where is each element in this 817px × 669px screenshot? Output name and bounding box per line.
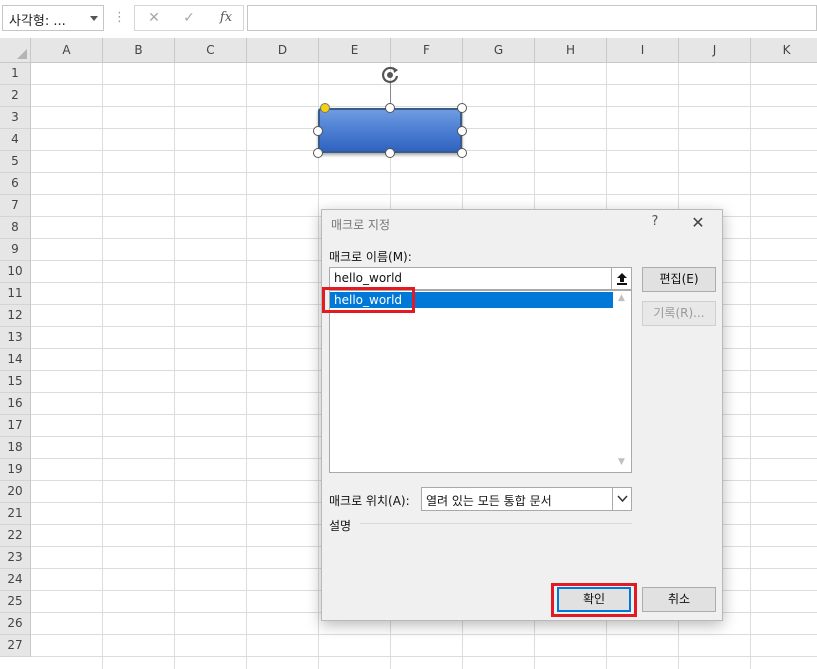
insert-function-icon[interactable]: fx: [215, 8, 237, 28]
scroll-down-icon[interactable]: ▼: [618, 457, 625, 467]
column-header[interactable]: A: [31, 38, 103, 63]
edit-button[interactable]: 편집(E): [642, 267, 716, 292]
row-header[interactable]: 23: [0, 547, 31, 569]
column-header[interactable]: K: [751, 38, 817, 63]
cancel-icon[interactable]: ✕: [143, 8, 165, 28]
row-header[interactable]: 15: [0, 371, 31, 393]
cancel-button[interactable]: 취소: [642, 587, 716, 612]
column-header[interactable]: J: [679, 38, 751, 63]
row-header[interactable]: 19: [0, 459, 31, 481]
row-header[interactable]: 10: [0, 261, 31, 283]
row-header[interactable]: 22: [0, 525, 31, 547]
row-header[interactable]: 21: [0, 503, 31, 525]
row-header[interactable]: 27: [0, 635, 31, 657]
row-header[interactable]: 16: [0, 393, 31, 415]
row-header[interactable]: 17: [0, 415, 31, 437]
macro-location-select[interactable]: 열려 있는 모든 통합 문서: [421, 487, 632, 511]
row-header[interactable]: 11: [0, 283, 31, 305]
check-icon[interactable]: ✓: [178, 8, 200, 28]
row-header[interactable]: 2: [0, 85, 31, 107]
row-header[interactable]: 20: [0, 481, 31, 503]
scroll-up-icon[interactable]: ▲: [618, 293, 625, 303]
vertical-dots-icon[interactable]: ⋮: [113, 9, 126, 27]
chevron-down-icon[interactable]: [90, 16, 98, 21]
column-header[interactable]: I: [607, 38, 679, 63]
rectangle-shape-selection[interactable]: [305, 60, 475, 160]
record-button[interactable]: 기록(R)...: [642, 301, 716, 326]
highlight-box-macro: [322, 287, 415, 313]
row-header[interactable]: 12: [0, 305, 31, 327]
chevron-down-icon[interactable]: [612, 488, 631, 510]
resize-handle-top[interactable]: [385, 103, 395, 113]
row-header[interactable]: 5: [0, 151, 31, 173]
row-header[interactable]: 24: [0, 569, 31, 591]
column-header[interactable]: C: [175, 38, 247, 63]
adjust-handle[interactable]: [320, 103, 330, 113]
select-all-button[interactable]: [0, 38, 31, 63]
row-header[interactable]: 1: [0, 63, 31, 85]
help-icon[interactable]: ?: [647, 214, 663, 232]
macro-name-label: 매크로 이름(M):: [329, 250, 412, 264]
resize-handle-top-right[interactable]: [457, 103, 467, 113]
description-label: 설명: [329, 519, 352, 533]
column-header[interactable]: B: [103, 38, 175, 63]
select-all-triangle: [17, 49, 27, 59]
row-header[interactable]: 3: [0, 107, 31, 129]
row-header[interactable]: 7: [0, 195, 31, 217]
name-box[interactable]: 사각형: ...: [2, 5, 104, 31]
close-icon[interactable]: ✕: [688, 213, 708, 233]
macro-list[interactable]: hello_world ▲ ▼: [329, 290, 632, 473]
formula-bar: 사각형: ... ⋮ ✕ ✓ fx: [0, 0, 817, 38]
macro-location-value: 열려 있는 모든 통합 문서: [426, 494, 552, 508]
resize-handle-right[interactable]: [457, 126, 467, 136]
row-header[interactable]: 18: [0, 437, 31, 459]
macro-location-label: 매크로 위치(A):: [329, 494, 410, 508]
row-header[interactable]: 14: [0, 349, 31, 371]
resize-handle-bottom-right[interactable]: [457, 148, 467, 158]
formula-buttons: ✕ ✓ fx: [134, 5, 244, 31]
list-scrollbar[interactable]: ▲ ▼: [614, 291, 631, 472]
row-header[interactable]: 13: [0, 327, 31, 349]
formula-input[interactable]: [247, 5, 817, 31]
highlight-box-ok: [551, 583, 637, 617]
dialog-title: 매크로 지정: [331, 218, 391, 232]
resize-handle-bottom[interactable]: [385, 148, 395, 158]
upload-arrow-icon[interactable]: [611, 267, 632, 290]
name-box-value: 사각형: ...: [9, 14, 66, 29]
resize-handle-bottom-left[interactable]: [313, 148, 323, 158]
row-header[interactable]: 9: [0, 239, 31, 261]
row-header[interactable]: 26: [0, 613, 31, 635]
description-divider: [360, 523, 632, 524]
rotate-icon[interactable]: [379, 64, 401, 86]
column-header[interactable]: H: [535, 38, 607, 63]
row-header[interactable]: 4: [0, 129, 31, 151]
row-header[interactable]: 6: [0, 173, 31, 195]
resize-handle-left[interactable]: [313, 126, 323, 136]
assign-macro-dialog: 매크로 지정 ? ✕ 매크로 이름(M): hello_world hello_…: [321, 209, 723, 621]
rounded-rectangle-shape[interactable]: [318, 108, 462, 153]
row-header[interactable]: 8: [0, 217, 31, 239]
macro-name-value: hello_world: [334, 271, 403, 285]
row-header[interactable]: 25: [0, 591, 31, 613]
